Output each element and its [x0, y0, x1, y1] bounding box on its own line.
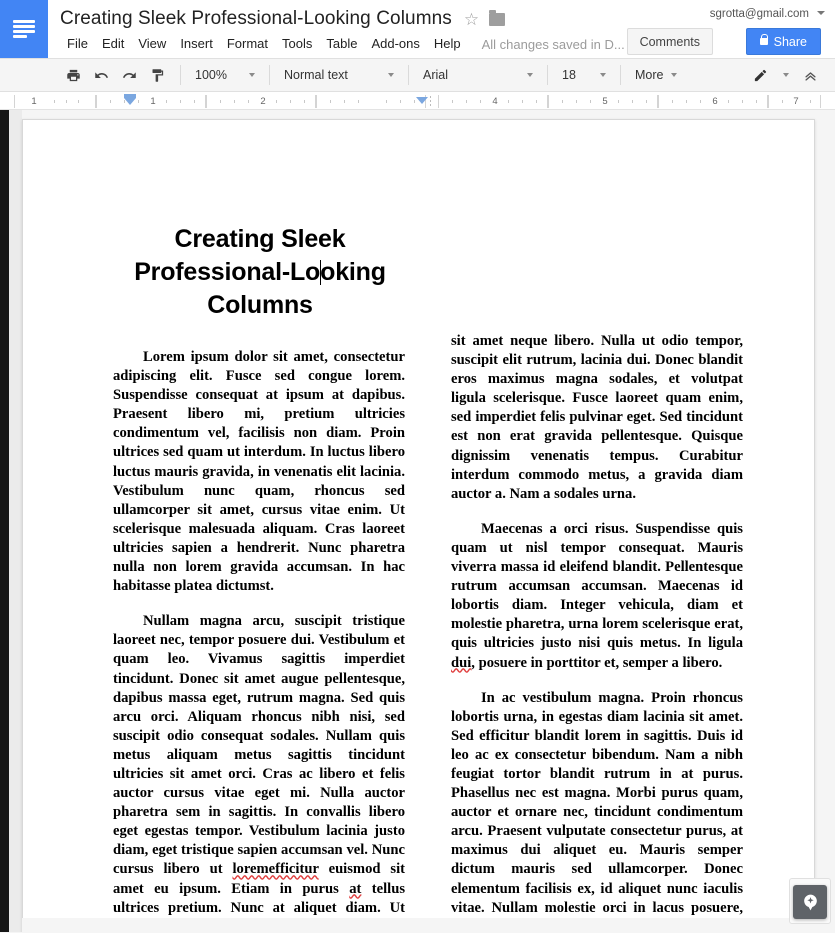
- title-row: Creating Sleek Professional-Looking Colu…: [60, 5, 506, 33]
- heading-text-before-caret: Creating Sleek Professional-Lo: [134, 225, 346, 286]
- menu-item-file[interactable]: File: [60, 33, 95, 55]
- ruler-track: 1 1 2 4 5 6 7: [14, 94, 821, 109]
- chevron-down-icon[interactable]: [817, 11, 825, 15]
- lock-icon: [759, 34, 769, 45]
- left-edge-bar: [0, 110, 9, 932]
- horizontal-ruler[interactable]: 1 1 2 4 5 6 7: [0, 92, 835, 110]
- ruler-number: 5: [602, 96, 608, 107]
- docs-home-logo[interactable]: [0, 0, 48, 58]
- page-content: Creating Sleek Professional-Looking Colu…: [23, 120, 814, 932]
- account-email[interactable]: sgrotta@gmail.com: [710, 8, 809, 20]
- misspelled-word: dui: [451, 654, 472, 671]
- chevron-down-icon: [527, 73, 533, 77]
- explore-button[interactable]: [793, 885, 827, 919]
- formatting-toolbar: 100% Normal text Arial 18 More: [0, 58, 835, 92]
- chevron-down-icon: [671, 73, 678, 77]
- document-heading: Creating Sleek Professional-Looking Colu…: [115, 223, 405, 322]
- right-indent-marker[interactable]: [416, 97, 428, 109]
- column-right[interactable]: sit amet neque libero. Nulla ut odio tem…: [451, 332, 743, 932]
- google-docs-window: Creating Sleek Professional-Looking Colu…: [0, 0, 835, 933]
- left-indent-marker[interactable]: [124, 94, 136, 106]
- paragraph: Nullam magna arcu, suscipit tristique la…: [113, 612, 405, 932]
- print-icon[interactable]: [60, 62, 86, 88]
- ruler-segment: [316, 95, 426, 108]
- menu-item-help[interactable]: Help: [427, 33, 468, 55]
- text-run: Lorem ipsum dolor sit amet, consectetur …: [113, 349, 405, 595]
- zoom-dropdown[interactable]: 100%: [189, 62, 261, 88]
- menu-item-insert[interactable]: Insert: [173, 33, 220, 55]
- more-label: More: [635, 68, 664, 82]
- comments-button[interactable]: Comments: [626, 28, 713, 55]
- paragraph-style-value: Normal text: [284, 68, 348, 82]
- menu-item-format[interactable]: Format: [220, 33, 275, 55]
- toolbar-divider: [408, 65, 409, 85]
- toolbar-divider: [620, 65, 621, 85]
- ruler-number: 1: [31, 96, 37, 107]
- app-header: Creating Sleek Professional-Looking Colu…: [0, 0, 835, 58]
- pencil-edit-mode-icon[interactable]: [747, 62, 773, 88]
- undo-arrow-icon[interactable]: [88, 62, 114, 88]
- document-title[interactable]: Creating Sleek Professional-Looking Colu…: [60, 5, 452, 33]
- ruler-column-gap: [428, 95, 434, 108]
- docs-logo-icon: [13, 20, 35, 38]
- text-run: Nullam magna arcu, suscipit tristique la…: [113, 613, 405, 878]
- redo-arrow-icon[interactable]: [116, 62, 142, 88]
- paint-format-icon[interactable]: [144, 62, 170, 88]
- text-run: sit amet neque libero. Nulla ut odio tem…: [451, 333, 743, 502]
- ruler-segment: [14, 95, 96, 108]
- document-canvas[interactable]: Creating Sleek Professional-Looking Colu…: [0, 110, 835, 932]
- column-left[interactable]: Lorem ipsum dolor sit amet, consectetur …: [113, 348, 405, 932]
- document-page[interactable]: Creating Sleek Professional-Looking Colu…: [22, 119, 815, 932]
- explore-sparkle-icon: [803, 894, 817, 910]
- paragraph: sit amet neque libero. Nulla ut odio tem…: [451, 332, 743, 504]
- paragraph: In ac vestibulum magna. Proin rhoncus lo…: [451, 689, 743, 932]
- misspelled-word: at: [349, 880, 362, 897]
- font-size-dropdown[interactable]: 18: [556, 62, 612, 88]
- chevron-down-icon: [249, 73, 255, 77]
- paragraph-style-dropdown[interactable]: Normal text: [278, 62, 400, 88]
- menu-item-view[interactable]: View: [131, 33, 173, 55]
- more-toolbar-options[interactable]: More: [629, 62, 683, 88]
- ruler-number: 1: [150, 96, 156, 107]
- menu-item-addons[interactable]: Add-ons: [364, 33, 426, 55]
- menu-bar: File Edit View Insert Format Tools Table…: [60, 33, 625, 55]
- ruler-number: 4: [492, 96, 498, 107]
- ruler-number: 6: [712, 96, 718, 107]
- folder-icon[interactable]: [489, 9, 506, 26]
- comments-button-label: Comments: [639, 34, 700, 49]
- paragraph: Lorem ipsum dolor sit amet, consectetur …: [113, 348, 405, 596]
- text-run: , posuere in porttitor et, semper a libe…: [471, 654, 723, 671]
- share-button-label: Share: [773, 34, 807, 49]
- font-size-value: 18: [562, 68, 576, 82]
- text-run: Maecenas a orci risus. Suspendisse quis …: [451, 520, 743, 652]
- toolbar-divider: [547, 65, 548, 85]
- paragraph: Maecenas a orci risus. Suspendisse quis …: [451, 520, 743, 673]
- chevron-down-icon: [388, 73, 394, 77]
- misspelled-word: loremefficitur: [232, 861, 319, 878]
- chevron-down-icon: [600, 73, 606, 77]
- menu-item-table[interactable]: Table: [319, 33, 364, 55]
- toolbar-right-group: [747, 62, 825, 88]
- left-gutter: [9, 110, 22, 932]
- font-family-dropdown[interactable]: Arial: [417, 62, 539, 88]
- menu-item-tools[interactable]: Tools: [275, 33, 319, 55]
- chevron-up-collapse-icon[interactable]: [797, 62, 823, 88]
- ruler-number: 7: [793, 96, 799, 107]
- share-button[interactable]: Share: [745, 28, 821, 55]
- toolbar-divider: [180, 65, 181, 85]
- chevron-down-icon[interactable]: [783, 73, 789, 77]
- toolbar-divider: [269, 65, 270, 85]
- ruler-number: 2: [260, 96, 266, 107]
- zoom-value: 100%: [195, 68, 227, 82]
- save-status-text: All changes saved in D...: [481, 36, 625, 52]
- font-family-value: Arial: [423, 68, 449, 82]
- text-run: In ac vestibulum magna. Proin rhoncus lo…: [451, 689, 743, 932]
- star-icon[interactable]: ☆: [464, 11, 479, 28]
- menu-item-edit[interactable]: Edit: [95, 33, 131, 55]
- page-bottom-fade: [22, 918, 835, 932]
